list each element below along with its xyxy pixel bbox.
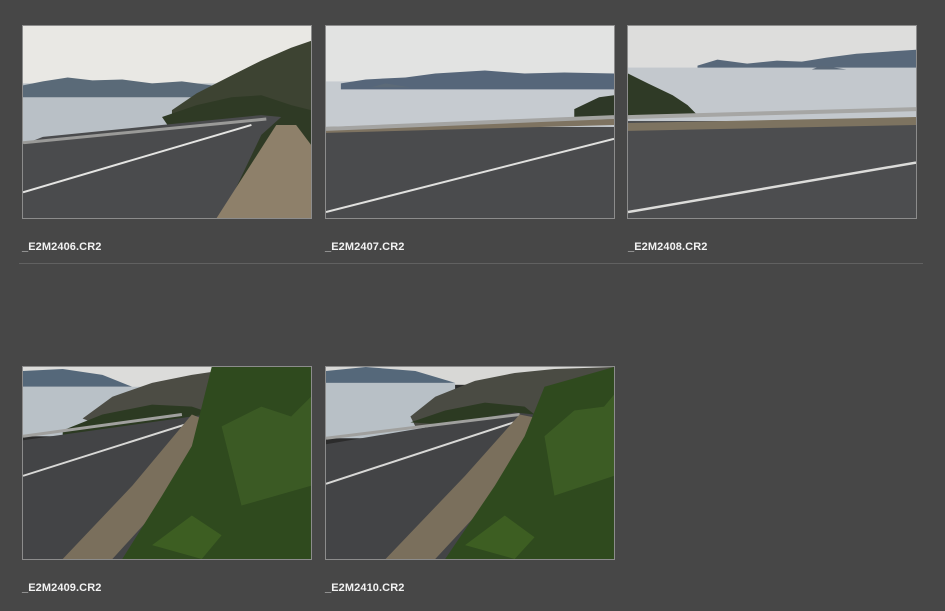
photo-thumbnail bbox=[23, 367, 311, 559]
thumbnail-item[interactable] bbox=[22, 366, 312, 560]
row-divider bbox=[19, 263, 923, 264]
photo-thumbnail bbox=[326, 367, 614, 559]
thumbnail-filename: _E2M2409.CR2 bbox=[22, 582, 102, 594]
thumbnail-item[interactable] bbox=[325, 25, 615, 219]
photo-thumbnail bbox=[23, 26, 311, 218]
thumbnail-item[interactable] bbox=[627, 25, 917, 219]
photo-thumbnail bbox=[628, 26, 916, 218]
thumbnail-item[interactable] bbox=[325, 366, 615, 560]
thumbnail-filename: _E2M2407.CR2 bbox=[325, 241, 405, 253]
photo-thumbnail bbox=[326, 26, 614, 218]
thumbnail-item[interactable] bbox=[22, 25, 312, 219]
thumbnail-filename: _E2M2410.CR2 bbox=[325, 582, 405, 594]
thumbnail-filename: _E2M2408.CR2 bbox=[628, 241, 708, 253]
thumbnail-filename: _E2M2406.CR2 bbox=[22, 241, 102, 253]
